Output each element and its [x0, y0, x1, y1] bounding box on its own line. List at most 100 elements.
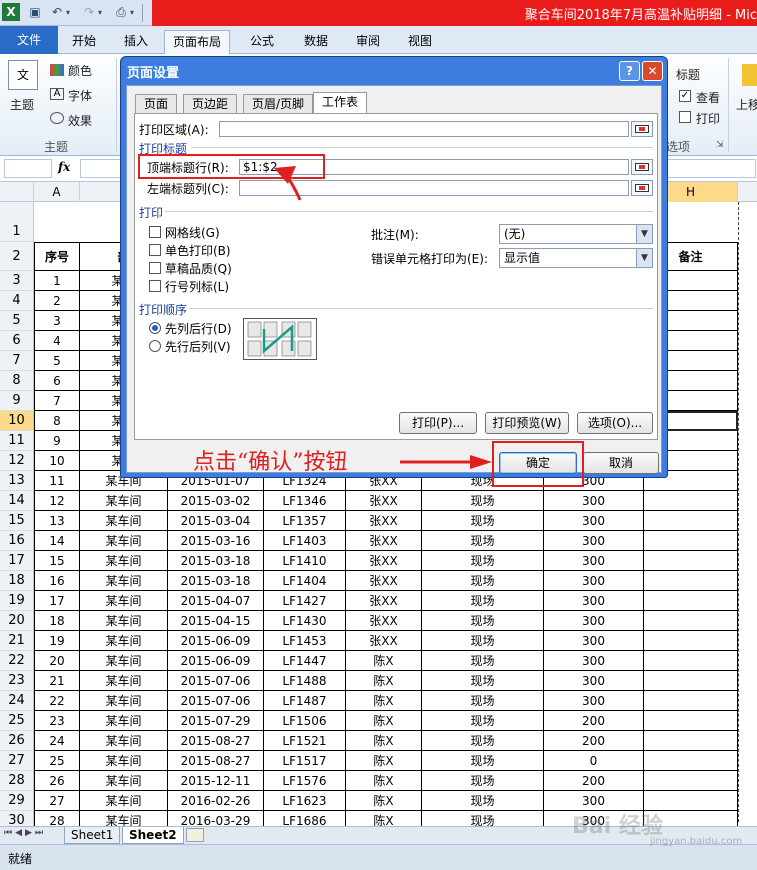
table-cell[interactable]: [644, 711, 738, 731]
table-cell[interactable]: 2015-04-15: [168, 611, 264, 631]
sheet-nav-arrows-icon[interactable]: ⏮◀▶⏭: [4, 828, 46, 838]
table-cell[interactable]: 20: [34, 651, 80, 671]
table-cell[interactable]: 300: [544, 651, 644, 671]
table-cell[interactable]: 张XX: [346, 591, 422, 611]
row-header[interactable]: 4: [0, 291, 34, 311]
row-col-headings-checkbox[interactable]: [149, 280, 161, 292]
table-cell[interactable]: 200: [544, 731, 644, 751]
gridlines-checkbox[interactable]: [149, 226, 161, 238]
table-cell[interactable]: 300: [544, 671, 644, 691]
tab-file[interactable]: 文件: [0, 26, 58, 54]
draft-quality-checkbox[interactable]: [149, 262, 161, 274]
table-cell[interactable]: LF1521: [264, 731, 346, 751]
tab-page[interactable]: 页面: [135, 94, 178, 114]
table-cell[interactable]: LF1410: [264, 551, 346, 571]
table-cell[interactable]: 6: [34, 371, 80, 391]
table-cell[interactable]: 13: [34, 511, 80, 531]
table-cell[interactable]: LF1623: [264, 791, 346, 811]
over-then-down-radio[interactable]: [149, 340, 161, 352]
table-cell[interactable]: 陈X: [346, 651, 422, 671]
table-cell[interactable]: [644, 611, 738, 631]
table-cell[interactable]: 某车间: [80, 491, 168, 511]
rows-to-repeat-collapse-icon[interactable]: [631, 159, 653, 175]
table-cell[interactable]: 23: [34, 711, 80, 731]
table-cell[interactable]: 300: [544, 571, 644, 591]
table-cell[interactable]: 21: [34, 671, 80, 691]
print-area-input[interactable]: [219, 121, 629, 137]
print-headings-checkbox[interactable]: [679, 111, 691, 123]
column-header-a[interactable]: A: [34, 182, 80, 202]
table-cell[interactable]: 300: [544, 551, 644, 571]
row-header[interactable]: 9: [0, 391, 34, 411]
table-cell[interactable]: 200: [544, 711, 644, 731]
table-cell[interactable]: 2015-12-11: [168, 771, 264, 791]
table-cell[interactable]: 张XX: [346, 531, 422, 551]
table-cell[interactable]: 2015-03-18: [168, 571, 264, 591]
table-cell[interactable]: LF1576: [264, 771, 346, 791]
table-cell[interactable]: 现场: [422, 711, 544, 731]
tab-margins[interactable]: 页边距: [183, 94, 238, 114]
table-cell[interactable]: 18: [34, 611, 80, 631]
table-cell[interactable]: [644, 491, 738, 511]
themes-button[interactable]: 主题: [10, 96, 34, 113]
table-cell[interactable]: 陈X: [346, 711, 422, 731]
row-header[interactable]: 27: [0, 751, 34, 771]
fx-icon[interactable]: fx: [58, 160, 70, 174]
sheet-tab-sheet1[interactable]: Sheet1: [64, 827, 121, 844]
table-cell[interactable]: 现场: [422, 511, 544, 531]
options-button[interactable]: 选项(O)...: [577, 412, 653, 434]
row-header[interactable]: 22: [0, 651, 34, 671]
insert-sheet-icon[interactable]: [186, 828, 204, 842]
table-cell[interactable]: 15: [34, 551, 80, 571]
table-cell[interactable]: 现场: [422, 571, 544, 591]
table-cell[interactable]: 5: [34, 351, 80, 371]
dialog-launcher-icon[interactable]: ⇲: [716, 140, 724, 150]
table-cell[interactable]: 24: [34, 731, 80, 751]
table-cell[interactable]: 1: [34, 271, 80, 291]
table-cell[interactable]: 2015-03-18: [168, 551, 264, 571]
table-cell[interactable]: 2015-07-29: [168, 711, 264, 731]
undo-dropdown-icon[interactable]: ▾: [64, 3, 72, 21]
table-cell[interactable]: 12: [34, 491, 80, 511]
table-cell[interactable]: 某车间: [80, 771, 168, 791]
fonts-button[interactable]: 字体: [68, 87, 92, 104]
effects-button[interactable]: 效果: [68, 112, 92, 129]
table-cell[interactable]: [644, 671, 738, 691]
table-cell[interactable]: 300: [544, 611, 644, 631]
table-cell[interactable]: LF1506: [264, 711, 346, 731]
table-cell[interactable]: 17: [34, 591, 80, 611]
qat-dropdown-icon[interactable]: ▾: [128, 3, 136, 21]
table-cell[interactable]: 某车间: [80, 651, 168, 671]
table-cell[interactable]: LF1427: [264, 591, 346, 611]
row-header[interactable]: 1: [0, 202, 34, 242]
table-cell[interactable]: 0: [544, 751, 644, 771]
table-cell[interactable]: LF1453: [264, 631, 346, 651]
table-cell[interactable]: 2: [34, 291, 80, 311]
row-header[interactable]: 14: [0, 491, 34, 511]
table-cell[interactable]: 张XX: [346, 611, 422, 631]
table-cell[interactable]: 2015-04-07: [168, 591, 264, 611]
table-cell[interactable]: 陈X: [346, 731, 422, 751]
tab-header-footer[interactable]: 页眉/页脚: [243, 94, 314, 114]
sheet-tab-sheet2[interactable]: Sheet2: [122, 827, 184, 844]
close-icon[interactable]: ✕: [642, 61, 663, 81]
table-cell[interactable]: 现场: [422, 791, 544, 811]
table-cell[interactable]: LF1447: [264, 651, 346, 671]
table-cell[interactable]: LF1517: [264, 751, 346, 771]
table-cell[interactable]: 现场: [422, 591, 544, 611]
table-cell[interactable]: 8: [34, 411, 80, 431]
row-header[interactable]: 20: [0, 611, 34, 631]
table-cell[interactable]: 26: [34, 771, 80, 791]
table-cell[interactable]: [644, 731, 738, 751]
table-cell[interactable]: [644, 631, 738, 651]
table-cell[interactable]: 陈X: [346, 791, 422, 811]
table-cell[interactable]: 22: [34, 691, 80, 711]
table-cell[interactable]: [644, 751, 738, 771]
table-cell[interactable]: 某车间: [80, 631, 168, 651]
table-cell[interactable]: 某车间: [80, 571, 168, 591]
cancel-button[interactable]: 取消: [583, 452, 659, 474]
bring-forward-button[interactable]: 上移: [736, 96, 757, 113]
table-cell[interactable]: 27: [34, 791, 80, 811]
colors-button[interactable]: 颜色: [68, 62, 92, 79]
table-cell[interactable]: 300: [544, 531, 644, 551]
